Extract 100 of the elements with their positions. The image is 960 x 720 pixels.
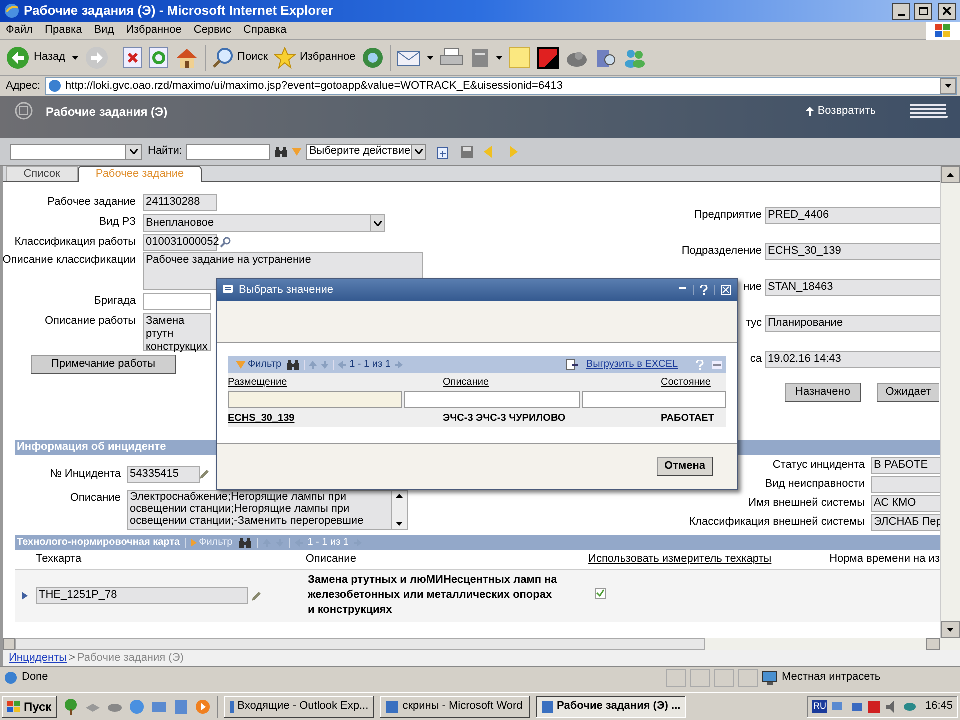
taskbar-button[interactable]: скрины - Microsoft Word (380, 696, 530, 718)
column-header[interactable]: Использовать измеритель техкарты (588, 553, 772, 566)
export-icon[interactable] (566, 358, 578, 370)
forward-icon[interactable] (84, 46, 109, 70)
filter-field[interactable] (582, 391, 726, 408)
edit-dropdown-icon[interactable] (496, 56, 503, 60)
document-icon[interactable] (470, 46, 490, 68)
down-triangle-icon (944, 84, 952, 88)
taskbar-button[interactable]: Входящие - Outlook Exp... (224, 696, 374, 718)
refresh-icon[interactable] (148, 46, 169, 68)
up-arrow-icon[interactable] (308, 360, 317, 368)
document-icon[interactable] (172, 698, 189, 714)
pencil-icon[interactable] (252, 590, 262, 600)
text-field[interactable]: Планирование (765, 315, 940, 332)
expand-icon[interactable] (22, 592, 28, 600)
filter-field[interactable] (404, 391, 580, 408)
column-header[interactable]: Размещение (228, 376, 288, 388)
return-link[interactable]: Возвратить (806, 103, 876, 120)
scroll-thumb[interactable] (15, 638, 705, 650)
stop-icon[interactable] (122, 46, 143, 68)
select-field[interactable]: Внеплановое (143, 214, 385, 232)
table-link[interactable]: ECHS_30_139 (228, 412, 295, 424)
scroll-right-button[interactable] (926, 638, 940, 650)
menu-item[interactable]: Справка (238, 22, 293, 39)
action-select[interactable]: Выберите действие (306, 144, 426, 160)
work-note-button[interactable]: Примечание работы (31, 355, 176, 374)
text-field[interactable] (871, 476, 942, 493)
breadcrumb-link[interactable]: Инциденты (9, 650, 67, 666)
tab[interactable]: Список (6, 166, 78, 181)
mail-dropdown-icon[interactable] (426, 56, 434, 60)
find-field[interactable] (186, 144, 270, 160)
play-icon[interactable] (194, 698, 211, 714)
save-icon[interactable] (460, 144, 474, 158)
search-button[interactable]: Поиск (212, 46, 268, 68)
text-field[interactable]: ECHS_30_139 (765, 243, 940, 260)
collapse-icon[interactable] (712, 360, 722, 368)
status-button[interactable]: Ожидает (877, 383, 939, 402)
menu-item[interactable]: Сервис (188, 22, 238, 39)
close-icon[interactable] (721, 285, 731, 295)
text-field[interactable]: АС КМО (871, 495, 942, 512)
home-icon[interactable] (174, 46, 199, 68)
text-area[interactable]: Электроснабжение;Негорящие лампы при освещении станции;Негорящие лампы при освещении станции;-Заменить перегоревшие (127, 490, 408, 530)
export-link[interactable]: Выгрузить в EXCEL (586, 357, 678, 372)
binoculars-icon[interactable] (238, 537, 252, 548)
text-area[interactable]: Замена ртутн конструкцих (143, 313, 211, 351)
minimize-button[interactable] (892, 2, 910, 20)
menu-item[interactable]: Файл (0, 22, 40, 39)
text-field[interactable]: 241130288 (143, 194, 217, 211)
binoculars-icon[interactable] (274, 146, 288, 157)
taskbar-button[interactable]: Рабочие задания (Э) ... (536, 696, 686, 718)
scroll-up-button[interactable] (941, 166, 960, 183)
text-field[interactable]: THE_1251P_78 (36, 587, 248, 604)
text-field[interactable]: PRED_4406 (765, 207, 940, 224)
filter-field[interactable] (228, 391, 402, 408)
text-field[interactable]: STAN_18463 (765, 279, 940, 296)
text-field[interactable]: В РАБОТЕ (871, 457, 942, 474)
scroll-down-button[interactable] (941, 621, 960, 638)
checkbox[interactable] (595, 588, 606, 599)
maximize-button[interactable] (914, 2, 932, 20)
scroll-left-button[interactable] (3, 638, 15, 650)
language-indicator[interactable]: RU (812, 700, 828, 714)
vertical-scrollbar[interactable] (940, 166, 960, 638)
tree-icon[interactable] (62, 698, 79, 714)
back-button[interactable]: Назад (6, 46, 66, 70)
right-arrow-icon[interactable] (394, 360, 403, 368)
favorites-button[interactable]: Избранное (274, 46, 356, 68)
column-header[interactable]: Состояние (661, 376, 711, 388)
binoculars-icon[interactable] (286, 359, 300, 370)
help-icon[interactable] (700, 285, 708, 295)
text-field[interactable] (143, 293, 211, 310)
back-dropdown-icon[interactable] (72, 56, 79, 60)
query-select[interactable] (10, 144, 142, 160)
text-field[interactable]: 54335415 (127, 466, 200, 482)
window-icon (384, 700, 399, 714)
clock: 16:45 (925, 699, 953, 714)
left-arrow-icon[interactable] (338, 360, 346, 368)
field-label: Рабочее задание (48, 195, 136, 210)
horizontal-scrollbar[interactable] (0, 638, 960, 650)
text-field[interactable]: 010031000052 (143, 234, 217, 251)
new-record-icon[interactable] (436, 144, 450, 158)
close-button[interactable] (938, 2, 956, 20)
column-header[interactable]: Описание (443, 376, 490, 388)
filter-button[interactable]: Фильтр (236, 357, 282, 372)
menu-item[interactable]: Правка (39, 22, 88, 39)
diagonal-tile-icon[interactable] (536, 46, 559, 68)
down-arrow-icon[interactable] (320, 360, 329, 368)
cancel-button[interactable]: Отмена (657, 457, 713, 476)
address-field[interactable]: http://loki.gvc.oao.rzd/maximo/ui/maximo.jsp?event=gotoapp&value=WOTRACK_E&uisessionid=6413 (44, 77, 957, 95)
text-field[interactable]: 19.02.16 14:43 (765, 351, 940, 368)
dropdown-button[interactable] (940, 78, 956, 94)
magnifier-icon[interactable] (220, 237, 231, 248)
note-icon[interactable] (508, 46, 531, 68)
pencil-icon[interactable] (200, 469, 210, 479)
menu-item[interactable]: Избранное (120, 22, 188, 39)
media-icon[interactable] (362, 46, 384, 68)
status-button[interactable]: Назначено (785, 383, 861, 402)
printer-icon[interactable] (440, 46, 464, 68)
menu-item[interactable]: Вид (88, 22, 120, 39)
start-button[interactable]: Пуск (2, 696, 57, 718)
scrollbar[interactable] (391, 491, 407, 529)
